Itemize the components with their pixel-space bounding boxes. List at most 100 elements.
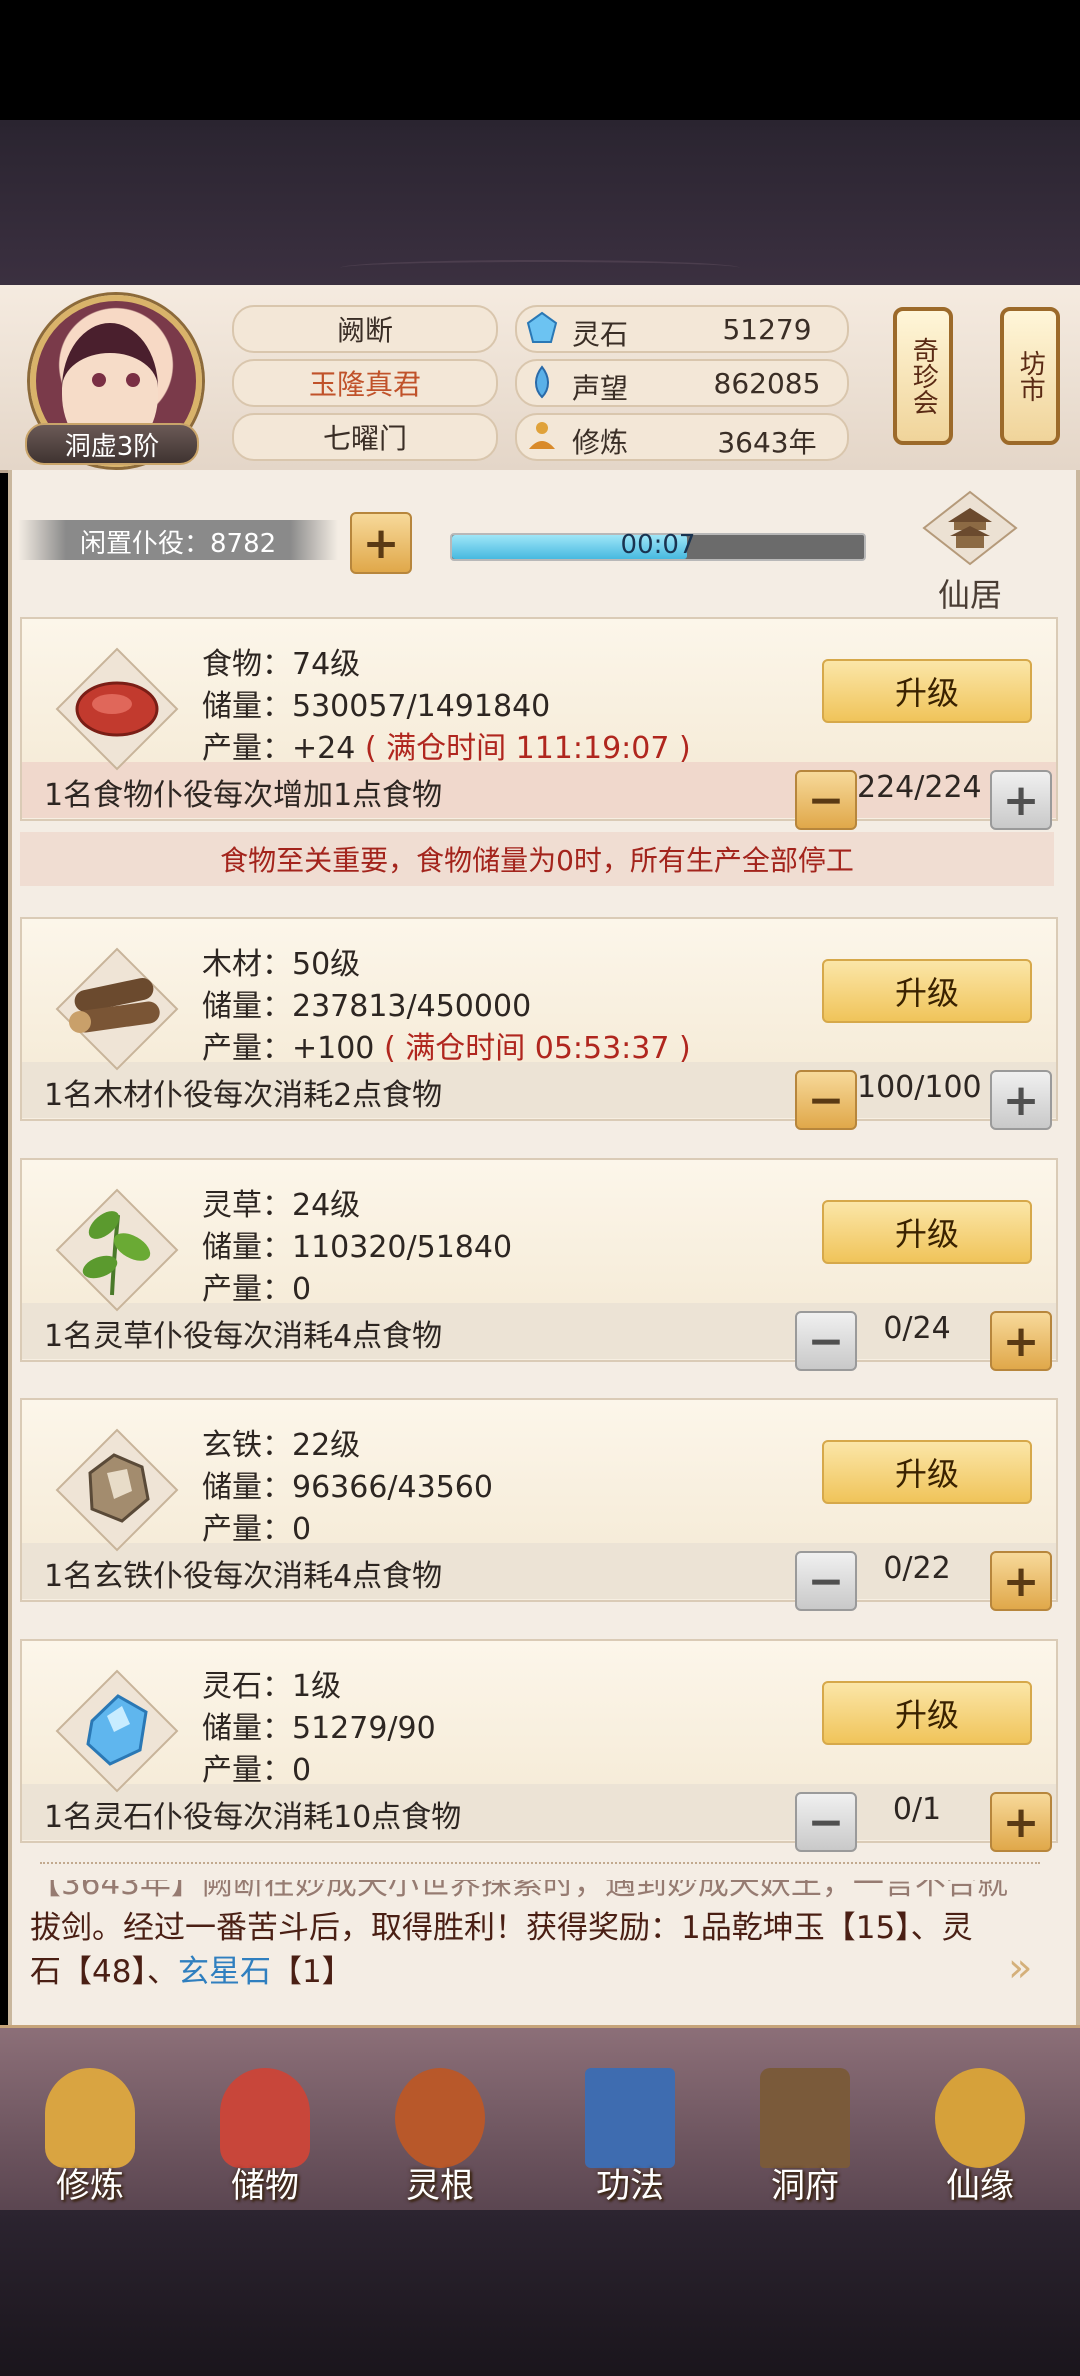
- stone-servant-count: 0/1: [892, 1792, 942, 1827]
- resource-label: 灵石: [572, 318, 629, 351]
- wood-logs-icon: [55, 947, 179, 1071]
- book-icon: [585, 2068, 675, 2168]
- player-header: 洞虚3阶 阙断 玉隆真君 七曜门 灵石 51279 声望 862085 修炼 3…: [0, 285, 1080, 473]
- nav-storage[interactable]: 储物: [175, 2028, 355, 2213]
- output-value: 产量：0: [202, 1512, 312, 1547]
- stone-level: 灵石：1级: [202, 1669, 342, 1704]
- herb-servant-count: 0/24: [883, 1311, 951, 1346]
- avatar-eye: [92, 373, 106, 387]
- decrease-food-button[interactable]: −: [795, 770, 857, 830]
- resource-card-herb: 灵草：24级 储量：110320/51840 产量：0 升级 1名灵草仆役每次消…: [20, 1158, 1058, 1371]
- increase-herb-button[interactable]: +: [990, 1311, 1052, 1371]
- nav-destiny[interactable]: 仙缘: [890, 2028, 1070, 2213]
- upgrade-stone-button[interactable]: 升级: [822, 1681, 1032, 1745]
- upgrade-wood-button[interactable]: 升级: [822, 959, 1032, 1023]
- player-name: 阙断: [232, 305, 498, 353]
- gourd-icon: [935, 2068, 1025, 2168]
- increase-stone-button[interactable]: +: [990, 1792, 1052, 1852]
- stone-description: 1名灵石仆役每次消耗10点食物: [44, 1800, 462, 1835]
- wood-storage: 储量：237813/450000: [202, 989, 532, 1024]
- item-link[interactable]: 玄星石: [178, 1954, 271, 1990]
- output-value: 产量：+24: [202, 731, 356, 766]
- nav-cave-dwelling[interactable]: 洞府: [715, 2028, 895, 2213]
- nav-cultivate[interactable]: 修炼: [0, 2028, 180, 2213]
- nav-label: 灵根: [406, 2166, 474, 2206]
- wood-output: 产量：+100 ( 满仓时间 05:53:37 ): [202, 1023, 691, 1067]
- food-output: 产量：+24 ( 满仓时间 111:19:07 ): [202, 723, 691, 767]
- player-sect: 七曜门: [232, 413, 498, 461]
- resource-value: 862085: [713, 367, 821, 400]
- herb-output: 产量：0: [202, 1264, 311, 1308]
- residence-icon[interactable]: [920, 488, 1020, 568]
- decrease-stone-button[interactable]: −: [795, 1792, 857, 1852]
- full-time: ( 满仓时间 111:19:07 ): [364, 731, 691, 766]
- resource-label: 修炼: [572, 426, 629, 459]
- increase-food-button[interactable]: +: [990, 770, 1052, 830]
- decrease-wood-button[interactable]: −: [795, 1070, 857, 1130]
- food-warning-notice: 食物至关重要，食物储量为0时，所有生产全部停工: [20, 832, 1054, 886]
- food-description: 1名食物仆役每次增加1点食物: [44, 778, 443, 813]
- increase-iron-button[interactable]: +: [990, 1551, 1052, 1611]
- spirit-stone-crystal-icon: [55, 1669, 179, 1793]
- resource-cultivation: 修炼 3643年: [515, 413, 849, 461]
- player-title: 玉隆真君: [232, 359, 498, 407]
- nav-label: 储物: [231, 2166, 299, 2206]
- upgrade-herb-button[interactable]: 升级: [822, 1200, 1032, 1264]
- log-line: 拔剑。经过一番苦斗后，取得胜利！获得奖励：1品乾坤玉【15】、灵: [30, 1910, 973, 1946]
- iron-ore-icon: [55, 1428, 179, 1552]
- full-time: ( 满仓时间 05:53:37 ): [383, 1031, 691, 1066]
- monk-icon: [45, 2068, 135, 2168]
- upgrade-iron-button[interactable]: 升级: [822, 1440, 1032, 1504]
- iron-level: 玄铁：22级: [202, 1428, 361, 1463]
- production-progress-bar: 00:07: [450, 530, 866, 561]
- increase-wood-button[interactable]: +: [990, 1070, 1052, 1130]
- wood-servant-count: 100/100: [857, 1070, 982, 1105]
- stone-storage: 储量：51279/90: [202, 1711, 436, 1746]
- add-servant-button[interactable]: +: [350, 512, 412, 574]
- nav-label: 修炼: [56, 2166, 124, 2206]
- herb-storage: 储量：110320/51840: [202, 1230, 513, 1265]
- resource-label: 声望: [572, 372, 629, 405]
- lantern-label: 坊市: [1015, 350, 1046, 402]
- log-expand-arrow-icon[interactable]: »: [1008, 1945, 1032, 1991]
- top-banner: [0, 120, 1080, 285]
- stone-output: 产量：0: [202, 1745, 311, 1789]
- resource-card-iron: 玄铁：22级 储量：96366/43560 产量：0 升级 1名玄铁仆役每次消耗…: [20, 1398, 1058, 1611]
- lantern-market[interactable]: 坊市: [1000, 307, 1060, 445]
- palace-icon: [760, 2068, 850, 2168]
- nav-label: 功法: [596, 2166, 664, 2206]
- reputation-icon: [535, 365, 549, 399]
- herb-leaf-icon: [55, 1188, 179, 1312]
- nav-techniques[interactable]: 功法: [540, 2028, 720, 2213]
- upgrade-food-button[interactable]: 升级: [822, 659, 1032, 723]
- decrease-iron-button[interactable]: −: [795, 1551, 857, 1611]
- event-log[interactable]: 【3643年】阙断在妙成天小世界探索时，遇到妙成天妖王，一言不合就 拔剑。经过一…: [30, 1880, 1030, 2000]
- nav-label: 洞府: [771, 2166, 839, 2206]
- nav-spirit-root[interactable]: 灵根: [350, 2028, 530, 2213]
- resource-card-food: 食物：74级 储量：530057/1491840 产量：+24 ( 满仓时间 1…: [20, 617, 1058, 830]
- resource-value: 3643年: [717, 426, 817, 459]
- herb-level: 灵草：24级: [202, 1188, 361, 1223]
- lantern-treasure-fair[interactable]: 奇珍会: [893, 307, 953, 445]
- iron-servant-count: 0/22: [883, 1551, 951, 1586]
- output-value: 产量：+100: [202, 1031, 375, 1066]
- iron-output: 产量：0: [202, 1504, 311, 1548]
- iron-storage: 储量：96366/43560: [202, 1470, 493, 1505]
- resource-spirit-stone: 灵石 51279: [515, 305, 849, 353]
- wood-description: 1名木材仆役每次消耗2点食物: [44, 1078, 443, 1113]
- resource-value: 51279: [722, 313, 812, 346]
- decrease-herb-button[interactable]: −: [795, 1311, 857, 1371]
- output-value: 产量：0: [202, 1272, 312, 1307]
- resource-reputation: 声望 862085: [515, 359, 849, 407]
- resource-card-wood: 木材：50级 储量：237813/450000 产量：+100 ( 满仓时间 0…: [20, 917, 1058, 1130]
- log-text: 【1】: [270, 1954, 353, 1990]
- nav-label: 仙缘: [946, 2166, 1014, 2206]
- spirit-stone-icon: [526, 311, 558, 343]
- wood-level: 木材：50级: [202, 947, 361, 982]
- meat-icon: [55, 647, 179, 771]
- food-storage: 储量：530057/1491840: [202, 689, 551, 724]
- food-level: 食物：74级: [202, 647, 361, 682]
- spirit-root-icon: [395, 2068, 485, 2168]
- herb-description: 1名灵草仆役每次消耗4点食物: [44, 1319, 443, 1354]
- bottom-banner: [0, 2210, 1080, 2376]
